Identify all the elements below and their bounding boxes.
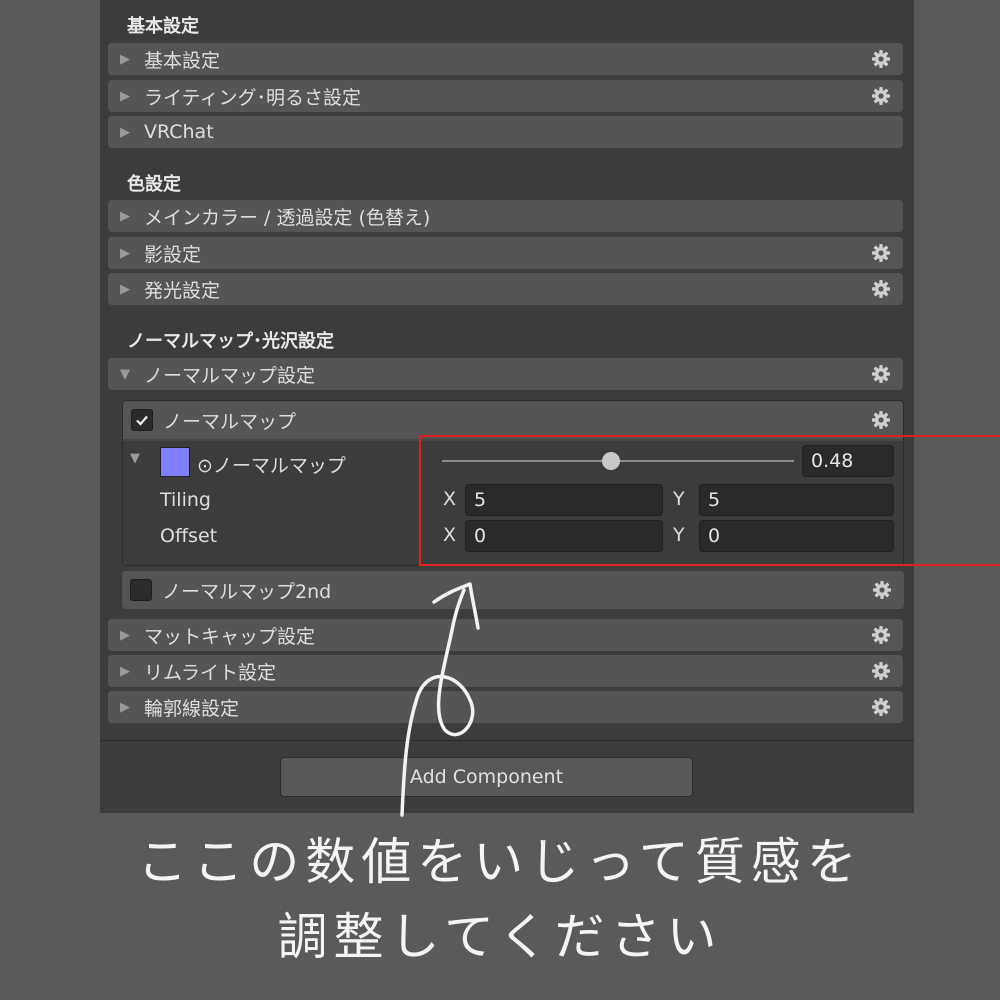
normal-map-toggle-label: ノーマルマップ <box>163 410 297 433</box>
hand-drawn-arrow-icon <box>400 582 480 817</box>
foldout-main-color[interactable]: ▶ メインカラー / 透過設定 (色替え) <box>108 200 903 232</box>
expand-arrow-icon: ▶ <box>120 245 130 261</box>
foldout-label: 基本設定 <box>144 49 221 72</box>
normal-map-2nd-toggle-row[interactable]: ノーマルマップ2nd <box>122 571 904 609</box>
foldout-label: 発光設定 <box>144 279 221 302</box>
expand-arrow-icon: ▶ <box>120 663 130 679</box>
divider <box>100 740 914 741</box>
gear-icon[interactable] <box>871 410 891 430</box>
gear-icon[interactable] <box>871 279 891 299</box>
expand-arrow-icon: ▶ <box>120 88 130 104</box>
foldout-vrchat[interactable]: ▶ VRChat <box>108 116 903 148</box>
foldout-label: リムライト設定 <box>144 661 277 684</box>
foldout-label: 影設定 <box>144 243 202 266</box>
gear-icon[interactable] <box>871 697 891 717</box>
foldout-normal-settings[interactable]: ▼ ノーマルマップ設定 <box>108 358 903 390</box>
highlight-frame <box>419 435 1000 566</box>
foldout-label: メインカラー / 透過設定 (色替え) <box>144 206 431 229</box>
inspector-panel: 基本設定 ▶ 基本設定 ▶ ライティング･明るさ設定 ▶ VRChat 色設定 … <box>100 0 1000 813</box>
collapse-arrow-icon[interactable]: ▼ <box>130 451 140 466</box>
gear-icon[interactable] <box>871 364 891 384</box>
caption-line-1: ここの数値をいじって質感を <box>137 833 863 891</box>
expand-arrow-icon: ▶ <box>120 51 130 67</box>
gear-icon[interactable] <box>871 86 891 106</box>
gear-icon[interactable] <box>871 661 891 681</box>
section-title-basic: 基本設定 <box>127 16 199 37</box>
section-title-color: 色設定 <box>127 174 181 195</box>
expand-arrow-icon: ▶ <box>120 627 130 643</box>
gear-icon[interactable] <box>871 625 891 645</box>
texture-preview-swatch[interactable] <box>160 447 190 477</box>
foldout-label: マットキャップ設定 <box>144 625 316 648</box>
foldout-rimlight[interactable]: ▶ リムライト設定 <box>108 655 903 687</box>
expand-arrow-icon: ▶ <box>120 281 130 297</box>
normal-map-2nd-checkbox[interactable] <box>130 579 152 601</box>
foldout-basic[interactable]: ▶ 基本設定 <box>108 43 903 75</box>
normal-map-toggle-row[interactable]: ノーマルマップ <box>123 401 903 439</box>
checkmark-icon <box>136 415 148 426</box>
gear-icon[interactable] <box>871 243 891 263</box>
foldout-shadow[interactable]: ▶ 影設定 <box>108 237 903 269</box>
foldout-label: VRChat <box>144 121 214 143</box>
foldout-label: ノーマルマップ設定 <box>144 364 316 387</box>
gear-icon[interactable] <box>872 580 892 600</box>
expand-arrow-icon: ▶ <box>120 208 130 224</box>
tiling-label: Tiling <box>160 489 211 511</box>
foldout-label: 輪郭線設定 <box>144 697 240 720</box>
texture-label: ⊙ノーマルマップ <box>197 455 346 477</box>
expand-arrow-icon: ▶ <box>120 124 130 140</box>
expand-arrow-icon: ▶ <box>120 699 130 715</box>
foldout-emission[interactable]: ▶ 発光設定 <box>108 273 903 305</box>
normal-map-2nd-label: ノーマルマップ2nd <box>162 580 332 603</box>
foldout-lighting[interactable]: ▶ ライティング･明るさ設定 <box>108 80 903 112</box>
foldout-outline[interactable]: ▶ 輪郭線設定 <box>108 691 903 723</box>
caption-line-2: 調整してください <box>277 908 723 966</box>
offset-label: Offset <box>160 525 218 547</box>
section-title-normal: ノーマルマップ･光沢設定 <box>127 331 334 352</box>
foldout-matcap[interactable]: ▶ マットキャップ設定 <box>108 619 903 651</box>
gear-icon[interactable] <box>871 49 891 69</box>
normal-map-checkbox[interactable] <box>131 409 153 431</box>
collapse-arrow-icon: ▼ <box>120 366 130 382</box>
foldout-label: ライティング･明るさ設定 <box>144 86 361 109</box>
